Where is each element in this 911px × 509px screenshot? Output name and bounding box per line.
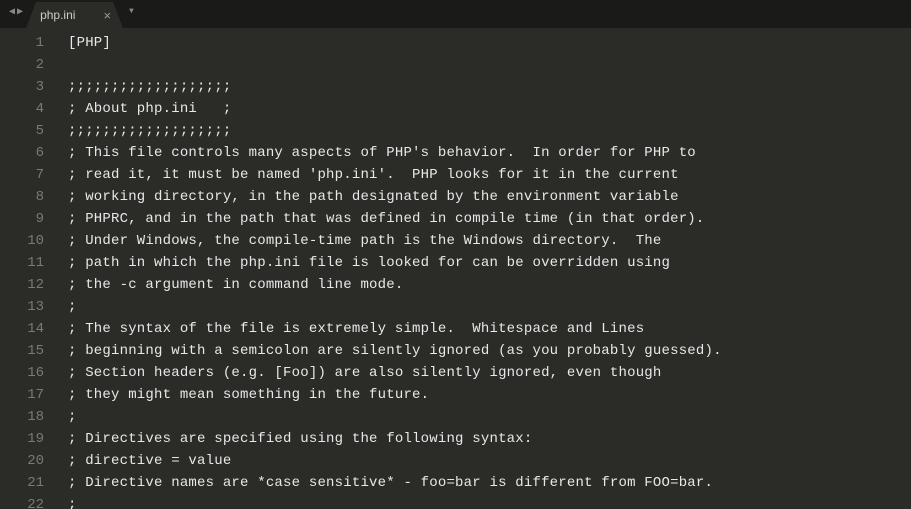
line-number: 9 bbox=[0, 208, 44, 230]
line-number: 12 bbox=[0, 274, 44, 296]
line-number: 16 bbox=[0, 362, 44, 384]
line-number: 14 bbox=[0, 318, 44, 340]
code-line[interactable]: ; read it, it must be named 'php.ini'. P… bbox=[68, 164, 911, 186]
line-number: 3 bbox=[0, 76, 44, 98]
line-number: 1 bbox=[0, 32, 44, 54]
tab-bar: ◀ ▶ php.ini × ▼ bbox=[0, 0, 911, 28]
tab-phpini[interactable]: php.ini × bbox=[26, 2, 123, 28]
line-number: 7 bbox=[0, 164, 44, 186]
line-number: 5 bbox=[0, 120, 44, 142]
code-line[interactable]: ; Directives are specified using the fol… bbox=[68, 428, 911, 450]
code-line[interactable]: ;;;;;;;;;;;;;;;;;;; bbox=[68, 120, 911, 142]
line-number: 13 bbox=[0, 296, 44, 318]
line-number: 22 bbox=[0, 494, 44, 509]
code-line[interactable]: ; working directory, in the path designa… bbox=[68, 186, 911, 208]
code-line[interactable]: ; bbox=[68, 406, 911, 428]
nav-forward-icon[interactable]: ▶ bbox=[17, 6, 23, 18]
code-line[interactable]: [PHP] bbox=[68, 32, 911, 54]
line-number: 11 bbox=[0, 252, 44, 274]
code-line[interactable]: ; PHPRC, and in the path that was define… bbox=[68, 208, 911, 230]
code-line[interactable]: ; bbox=[68, 296, 911, 318]
code-line[interactable]: ; The syntax of the file is extremely si… bbox=[68, 318, 911, 340]
editor: 12345678910111213141516171819202122 [PHP… bbox=[0, 28, 911, 509]
gutter: 12345678910111213141516171819202122 bbox=[0, 28, 56, 509]
line-number: 18 bbox=[0, 406, 44, 428]
code-area[interactable]: [PHP];;;;;;;;;;;;;;;;;;;; About php.ini … bbox=[56, 28, 911, 509]
line-number: 2 bbox=[0, 54, 44, 76]
line-number: 4 bbox=[0, 98, 44, 120]
code-line[interactable]: ; directive = value bbox=[68, 450, 911, 472]
nav-back-icon[interactable]: ◀ bbox=[9, 6, 15, 18]
line-number: 10 bbox=[0, 230, 44, 252]
code-line[interactable]: ; path in which the php.ini file is look… bbox=[68, 252, 911, 274]
code-line[interactable]: ; Directive names are *case sensitive* -… bbox=[68, 472, 911, 494]
line-number: 8 bbox=[0, 186, 44, 208]
tab-dropdown-icon[interactable]: ▼ bbox=[129, 7, 134, 22]
code-line[interactable]: ; Section headers (e.g. [Foo]) are also … bbox=[68, 362, 911, 384]
code-line[interactable]: ; beginning with a semicolon are silentl… bbox=[68, 340, 911, 362]
close-icon[interactable]: × bbox=[103, 9, 111, 22]
code-line[interactable]: ; the -c argument in command line mode. bbox=[68, 274, 911, 296]
line-number: 17 bbox=[0, 384, 44, 406]
code-line[interactable]: ; About php.ini ; bbox=[68, 98, 911, 120]
line-number: 20 bbox=[0, 450, 44, 472]
tab-label: php.ini bbox=[40, 8, 75, 22]
nav-arrows: ◀ ▶ bbox=[8, 0, 28, 28]
code-line[interactable]: ; This file controls many aspects of PHP… bbox=[68, 142, 911, 164]
code-line[interactable] bbox=[68, 54, 911, 76]
line-number: 6 bbox=[0, 142, 44, 164]
code-line[interactable]: ; they might mean something in the futur… bbox=[68, 384, 911, 406]
code-line[interactable]: ; bbox=[68, 494, 911, 509]
line-number: 19 bbox=[0, 428, 44, 450]
code-line[interactable]: ; Under Windows, the compile-time path i… bbox=[68, 230, 911, 252]
line-number: 21 bbox=[0, 472, 44, 494]
code-line[interactable]: ;;;;;;;;;;;;;;;;;;; bbox=[68, 76, 911, 98]
line-number: 15 bbox=[0, 340, 44, 362]
